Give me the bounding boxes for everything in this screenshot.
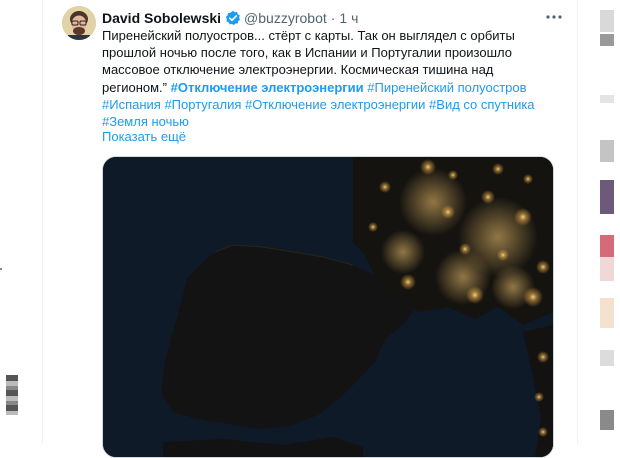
blurred-thumbnail: [600, 298, 614, 328]
sidebar-mark: [0, 268, 2, 270]
show-more-link[interactable]: Показать ещё: [102, 129, 186, 144]
hashtag-link[interactable]: #Испания: [102, 97, 161, 112]
tweet-header: David Sobolewski @buzzyrobot · 1 ч: [102, 9, 358, 27]
hashtag-link[interactable]: #Португалия: [164, 97, 241, 112]
blurred-thumbnail: [600, 350, 614, 366]
night-satellite-map: [103, 157, 553, 457]
left-sidebar-edge: [0, 0, 42, 444]
blurred-thumbnail: [600, 10, 614, 32]
more-options-button[interactable]: [542, 4, 566, 28]
blurred-thumbnail: [600, 257, 614, 281]
hashtag-link[interactable]: #Земля ночью: [102, 114, 189, 129]
blurred-thumbnail: [600, 180, 614, 214]
author-avatar[interactable]: [62, 6, 96, 40]
blurred-avatar: [6, 375, 18, 415]
right-sidebar-edge: [578, 0, 620, 444]
author-name[interactable]: David Sobolewski: [102, 10, 221, 26]
tweet-text-line: Пиренейский полуостров... стёрт с карты.…: [102, 28, 515, 43]
author-handle[interactable]: @buzzyrobot: [244, 10, 327, 26]
tweet-card[interactable]: David Sobolewski @buzzyrobot · 1 ч Пирен…: [43, 0, 577, 458]
more-horizontal-icon: [545, 7, 563, 25]
hashtag-link[interactable]: #Отключение электроэнергии: [245, 97, 425, 112]
tweet-text-line: регионом.”: [102, 79, 167, 95]
tweet-image[interactable]: [102, 156, 554, 458]
hashtag-link[interactable]: #Вид со спутника: [429, 97, 535, 112]
hashtag-link[interactable]: #Отключение электроэнергии: [171, 80, 364, 95]
tweet-text-line: прошлой ночью после того, как в Испании …: [102, 45, 512, 61]
tweet-timestamp[interactable]: 1 ч: [339, 10, 358, 26]
blurred-thumbnail: [600, 410, 614, 430]
blurred-thumbnail: [600, 140, 614, 162]
header-separator: ·: [330, 10, 336, 26]
tweet-text-line: массовое отключение электроэнергии. Косм…: [102, 62, 494, 78]
tweet-text: Пиренейский полуостров... стёрт с карты.…: [102, 27, 572, 130]
blurred-thumbnail: [600, 95, 614, 103]
hashtag-link[interactable]: #Пиренейский полуостров: [367, 80, 526, 95]
blurred-thumbnail: [600, 34, 614, 46]
verified-badge-icon: [225, 10, 241, 26]
blurred-thumbnail: [600, 235, 614, 257]
